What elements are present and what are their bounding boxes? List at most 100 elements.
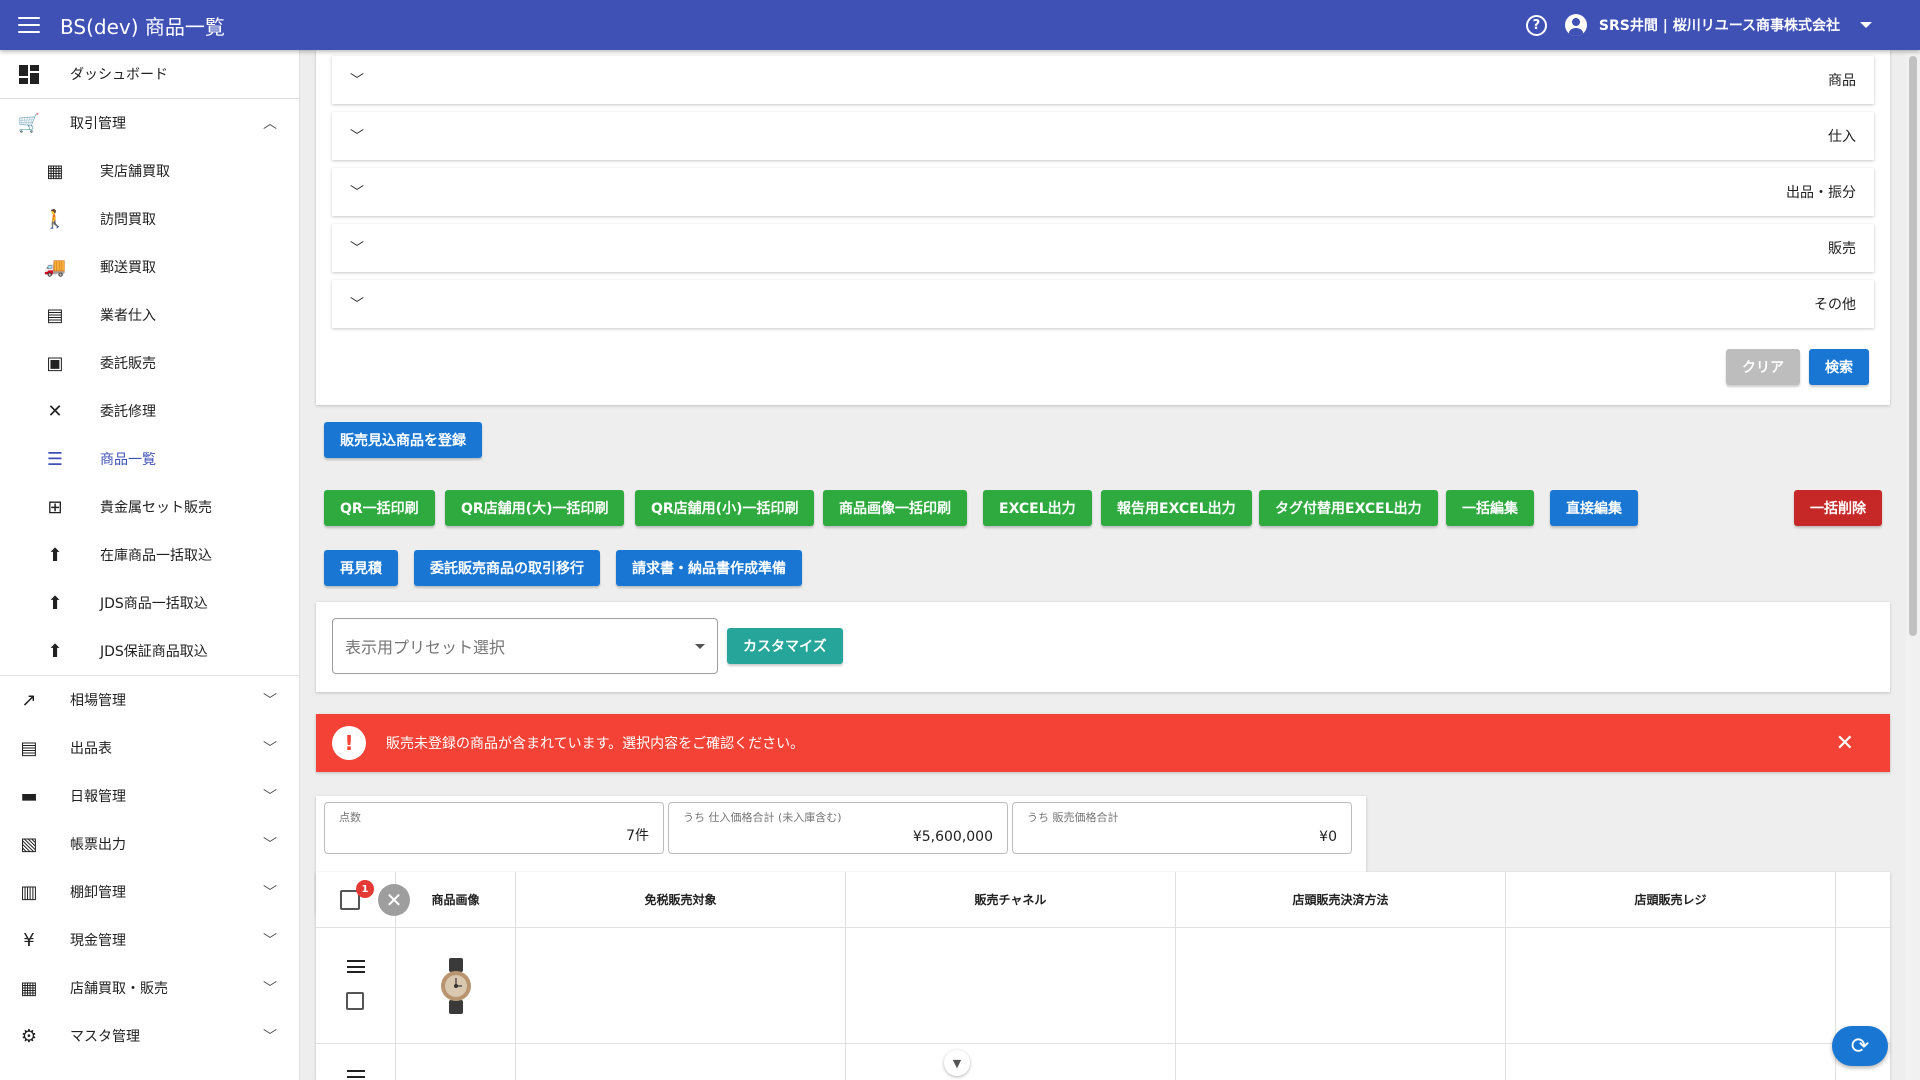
accordion-purchase[interactable]: ﹀ 仕入: [332, 112, 1874, 160]
sidebar-item-market-price[interactable]: ↗ 相場管理 ﹀: [0, 676, 299, 724]
sidebar-item-label: ダッシュボード: [70, 67, 168, 83]
sidebar-item-label: 委託販売: [100, 356, 156, 372]
walk-icon: 🚶: [43, 208, 67, 230]
accordion-label: 商品: [1828, 73, 1856, 89]
sidebar-item-consignment-repair[interactable]: ✕ 委託修理: [0, 387, 299, 435]
sales-total-field: うち 販売価格合計 ¥0: [1012, 802, 1352, 854]
sidebar-item-precious-metal-set[interactable]: ⊞ 貴金属セット販売: [0, 483, 299, 531]
qr-small-print-button[interactable]: QR店舗用(小)一括印刷: [635, 490, 815, 526]
shop-icon: ▦: [20, 977, 38, 999]
customize-button[interactable]: カスタマイズ: [727, 628, 843, 664]
sidebar-item-label: 在庫商品一括取込: [100, 548, 212, 564]
sidebar-item-transactions[interactable]: 🛒 取引管理 ︿: [0, 99, 299, 147]
sidebar-item-label: 出品表: [70, 741, 112, 757]
table-cell: [1176, 1044, 1506, 1080]
chevron-down-icon: ﹀: [263, 885, 277, 901]
drag-handle-icon[interactable]: [347, 1070, 365, 1080]
search-button[interactable]: 検索: [1809, 349, 1869, 385]
clear-button[interactable]: クリア: [1726, 349, 1800, 385]
sidebar-item-store-purchase[interactable]: ▦ 実店舗買取: [0, 147, 299, 195]
close-icon[interactable]: ✕: [1836, 731, 1854, 756]
count-value: 7件: [626, 828, 649, 844]
upload-icon: ⬆: [47, 592, 63, 614]
register-forecast-button[interactable]: 販売見込商品を登録: [324, 422, 482, 458]
sidebar-item-listing[interactable]: ▤ 出品表 ﹀: [0, 724, 299, 772]
sidebar-item-label: 帳票出力: [70, 837, 126, 853]
watch-image[interactable]: [436, 958, 476, 1014]
bulk-delete-button[interactable]: 一括削除: [1794, 490, 1882, 526]
sidebar-item-daily-report[interactable]: ▬ 日報管理 ﹀: [0, 772, 299, 820]
accordion-product[interactable]: ﹀ 商品: [332, 56, 1874, 104]
chevron-down-icon: ﹀: [263, 837, 277, 853]
page-scrollbar[interactable]: [1906, 50, 1920, 1080]
chevron-down-icon: ﹀: [350, 241, 364, 257]
trending-icon: ↗: [21, 689, 37, 711]
page-title: BS(dev) 商品一覧: [60, 14, 225, 39]
sidebar-item-label: 店舗買取・販売: [70, 981, 168, 997]
product-image-cell: [396, 1044, 516, 1080]
sidebar-item-jds-warranty-import[interactable]: ⬆ JDS保証商品取込: [0, 627, 299, 675]
report-excel-button[interactable]: 報告用EXCEL出力: [1101, 490, 1252, 526]
sidebar-item-store-trade[interactable]: ▦ 店舗買取・販売 ﹀: [0, 964, 299, 1012]
qr-large-print-button[interactable]: QR店舗用(大)一括印刷: [445, 490, 625, 526]
drag-handle-icon[interactable]: [347, 960, 365, 973]
table-cell: [516, 1044, 846, 1080]
document-icon: ▬: [20, 785, 38, 807]
refresh-button[interactable]: ⟳: [1832, 1026, 1888, 1066]
sidebar-item-label: 相場管理: [70, 693, 126, 709]
sidebar-item-product-list[interactable]: ☰ 商品一覧: [0, 435, 299, 483]
sidebar-item-dashboard[interactable]: ダッシュボード: [0, 50, 299, 98]
scrollbar-thumb[interactable]: [1909, 56, 1917, 636]
help-icon[interactable]: ?: [1525, 14, 1547, 36]
row-checkbox[interactable]: [346, 992, 364, 1010]
scroll-down-icon[interactable]: ▼: [944, 1050, 970, 1076]
column-header-sales-channel[interactable]: 販売チャネル: [846, 872, 1176, 928]
menu-icon[interactable]: [18, 17, 40, 33]
list-icon: ☰: [46, 448, 64, 470]
sidebar-item-jds-import[interactable]: ⬆ JDS商品一括取込: [0, 579, 299, 627]
chevron-down-icon: ﹀: [263, 1029, 277, 1045]
main-content: ﹀ 商品 ﹀ 仕入 ﹀ 出品・振分 ﹀ 販売 ﹀ その他 クリア 検索 販売見込…: [316, 50, 1890, 1080]
column-header-image[interactable]: 商品画像: [396, 872, 516, 928]
tag-excel-button[interactable]: タグ付替用EXCEL出力: [1259, 490, 1438, 526]
reestimate-button[interactable]: 再見積: [324, 550, 398, 586]
sidebar-item-master[interactable]: ⚙ マスタ管理 ﹀: [0, 1012, 299, 1060]
transfer-consignment-button[interactable]: 委託販売商品の取引移行: [414, 550, 600, 586]
bulk-edit-button[interactable]: 一括編集: [1446, 490, 1534, 526]
sidebar-item-forms[interactable]: ▧ 帳票出力 ﹀: [0, 820, 299, 868]
user-menu[interactable]: SRS井間 | 桜川リユース商事株式会社: [1564, 14, 1872, 36]
accordion-other[interactable]: ﹀ その他: [332, 280, 1874, 328]
direct-edit-button[interactable]: 直接編集: [1550, 490, 1638, 526]
preset-select[interactable]: 表示用プリセット選択: [332, 618, 718, 674]
yen-icon: ¥: [23, 929, 35, 951]
archive-icon: ▥: [20, 881, 38, 903]
grid-icon: ⊞: [47, 496, 63, 518]
sidebar-item-label: 貴金属セット販売: [100, 500, 212, 516]
column-header-register[interactable]: 店頭販売レジ: [1506, 872, 1836, 928]
count-field: 点数 7件: [324, 802, 664, 854]
sidebar-item-cash[interactable]: ¥ 現金管理 ﹀: [0, 916, 299, 964]
sidebar-item-stock-import[interactable]: ⬆ 在庫商品一括取込: [0, 531, 299, 579]
product-image-cell: [396, 928, 516, 1044]
chevron-down-icon: ﹀: [263, 933, 277, 949]
sidebar-item-inventory[interactable]: ▥ 棚卸管理 ﹀: [0, 868, 299, 916]
sidebar-item-vendor-purchase[interactable]: ▤ 業者仕入: [0, 291, 299, 339]
excel-export-button[interactable]: EXCEL出力: [983, 490, 1092, 526]
store-icon: ▦: [46, 160, 64, 182]
sidebar-item-label: 日報管理: [70, 789, 126, 805]
alert-message: 販売未登録の商品が含まれています。選択内容をご確認ください。: [386, 736, 805, 752]
image-bulk-print-button[interactable]: 商品画像一括印刷: [823, 490, 967, 526]
chevron-down-icon: ﹀: [263, 981, 277, 997]
sidebar-item-visit-purchase[interactable]: 🚶 訪問買取: [0, 195, 299, 243]
accordion-sales[interactable]: ﹀ 販売: [332, 224, 1874, 272]
accordion-label: 出品・振分: [1786, 185, 1856, 201]
column-header-tax-free[interactable]: 免税販売対象: [516, 872, 846, 928]
invoice-prep-button[interactable]: 請求書・納品書作成準備: [616, 550, 802, 586]
column-header-payment-method[interactable]: 店頭販売決済方法: [1176, 872, 1506, 928]
sidebar-item-mail-purchase[interactable]: 🚚 郵送買取: [0, 243, 299, 291]
accordion-label: 販売: [1828, 241, 1856, 257]
sidebar-item-consignment-sales[interactable]: ▣ 委託販売: [0, 339, 299, 387]
app-bar: BS(dev) 商品一覧 ? SRS井間 | 桜川リユース商事株式会社: [0, 0, 1920, 50]
accordion-listing[interactable]: ﹀ 出品・振分: [332, 168, 1874, 216]
qr-bulk-print-button[interactable]: QR一括印刷: [324, 490, 435, 526]
